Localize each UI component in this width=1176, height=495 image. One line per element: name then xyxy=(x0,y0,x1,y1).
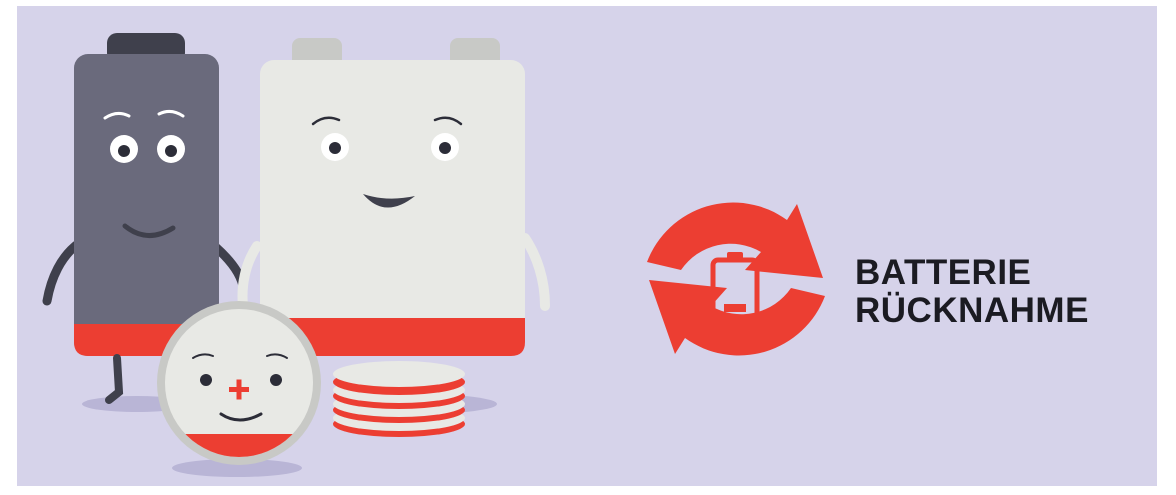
light-battery-character xyxy=(237,38,550,356)
recycle-arrows-icon xyxy=(647,202,825,356)
title-line-1: BATTERIE xyxy=(855,253,1032,292)
battery-characters-illustration xyxy=(42,33,825,477)
title-line-2: RÜCKNAHME xyxy=(855,291,1089,330)
coin-cell-stack xyxy=(333,361,465,437)
banner: BATTERIE RÜCKNAHME xyxy=(17,6,1157,486)
battery-return-title: BATTERIE RÜCKNAHME xyxy=(855,254,1089,330)
